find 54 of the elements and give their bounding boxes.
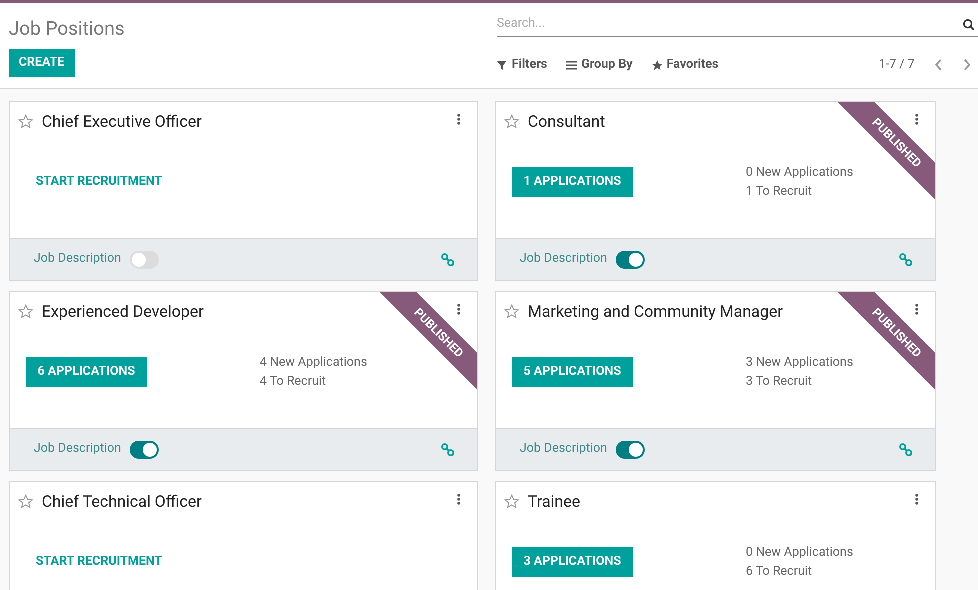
applications-button[interactable]: 6 APPLICATIONS [26, 357, 147, 387]
link-icon[interactable] [899, 442, 913, 456]
job-title[interactable]: Chief Technical Officer [42, 490, 202, 514]
pager-text: 1-7 / 7 [879, 56, 915, 74]
star-icon [652, 60, 663, 71]
applications-button[interactable]: 3 APPLICATIONS [512, 547, 633, 577]
job-description-toggle[interactable] [616, 440, 646, 458]
job-title[interactable]: Marketing and Community Manager [528, 300, 783, 324]
job-title[interactable]: Experienced Developer [42, 300, 204, 324]
star-outline-icon[interactable] [18, 304, 34, 320]
menu-icon [566, 60, 578, 71]
to-recruit-text: 3 To Recruit [746, 373, 814, 391]
job-description-toggle[interactable] [130, 440, 160, 458]
link-icon[interactable] [899, 252, 913, 266]
group-by-button[interactable]: Group By [566, 56, 633, 75]
more-options-icon[interactable] [457, 494, 461, 505]
job-description-label: Job Description [520, 440, 608, 458]
new-applications-link[interactable]: 4 New Applications [260, 353, 368, 372]
job-title[interactable]: Consultant [528, 110, 606, 134]
new-applications-link[interactable]: 0 New Applications [746, 163, 854, 182]
to-recruit-text: 4 To Recruit [260, 373, 328, 391]
star-outline-icon[interactable] [18, 494, 34, 510]
to-recruit-text: 1 To Recruit [746, 183, 814, 201]
funnel-icon [497, 60, 508, 71]
job-description-label: Job Description [520, 250, 608, 268]
favorites-button[interactable]: Favorites [652, 56, 719, 75]
link-icon[interactable] [441, 252, 455, 266]
applications-button[interactable]: 5 APPLICATIONS [512, 357, 633, 387]
star-outline-icon[interactable] [504, 494, 520, 510]
job-description-toggle[interactable] [616, 250, 646, 268]
new-applications-link[interactable]: 3 New Applications [746, 353, 854, 372]
next-icon[interactable] [963, 59, 971, 71]
start-recruitment-link[interactable]: START RECRUITMENT [36, 552, 162, 572]
start-recruitment-link[interactable]: START RECRUITMENT [36, 172, 162, 192]
star-outline-icon[interactable] [504, 304, 520, 320]
job-description-toggle[interactable] [130, 250, 160, 268]
search-icon [963, 18, 975, 30]
new-applications-link[interactable]: 0 New Applications [746, 543, 854, 562]
applications-button[interactable]: 1 APPLICATIONS [512, 167, 633, 197]
page-title: Job Positions [9, 16, 125, 42]
star-outline-icon[interactable] [18, 114, 34, 130]
link-icon[interactable] [441, 442, 455, 456]
filters-button[interactable]: Filters [497, 56, 548, 75]
job-description-label: Job Description [34, 440, 122, 458]
create-button[interactable]: CREATE [9, 49, 75, 77]
star-outline-icon[interactable] [504, 114, 520, 130]
job-title[interactable]: Trainee [528, 490, 580, 514]
job-description-label: Job Description [34, 250, 122, 268]
previous-icon[interactable] [935, 59, 943, 71]
more-options-icon[interactable] [457, 114, 461, 125]
job-title[interactable]: Chief Executive Officer [42, 110, 202, 134]
to-recruit-text: 6 To Recruit [746, 563, 814, 581]
search-field[interactable]: Search... [497, 15, 963, 34]
more-options-icon[interactable] [915, 494, 919, 505]
